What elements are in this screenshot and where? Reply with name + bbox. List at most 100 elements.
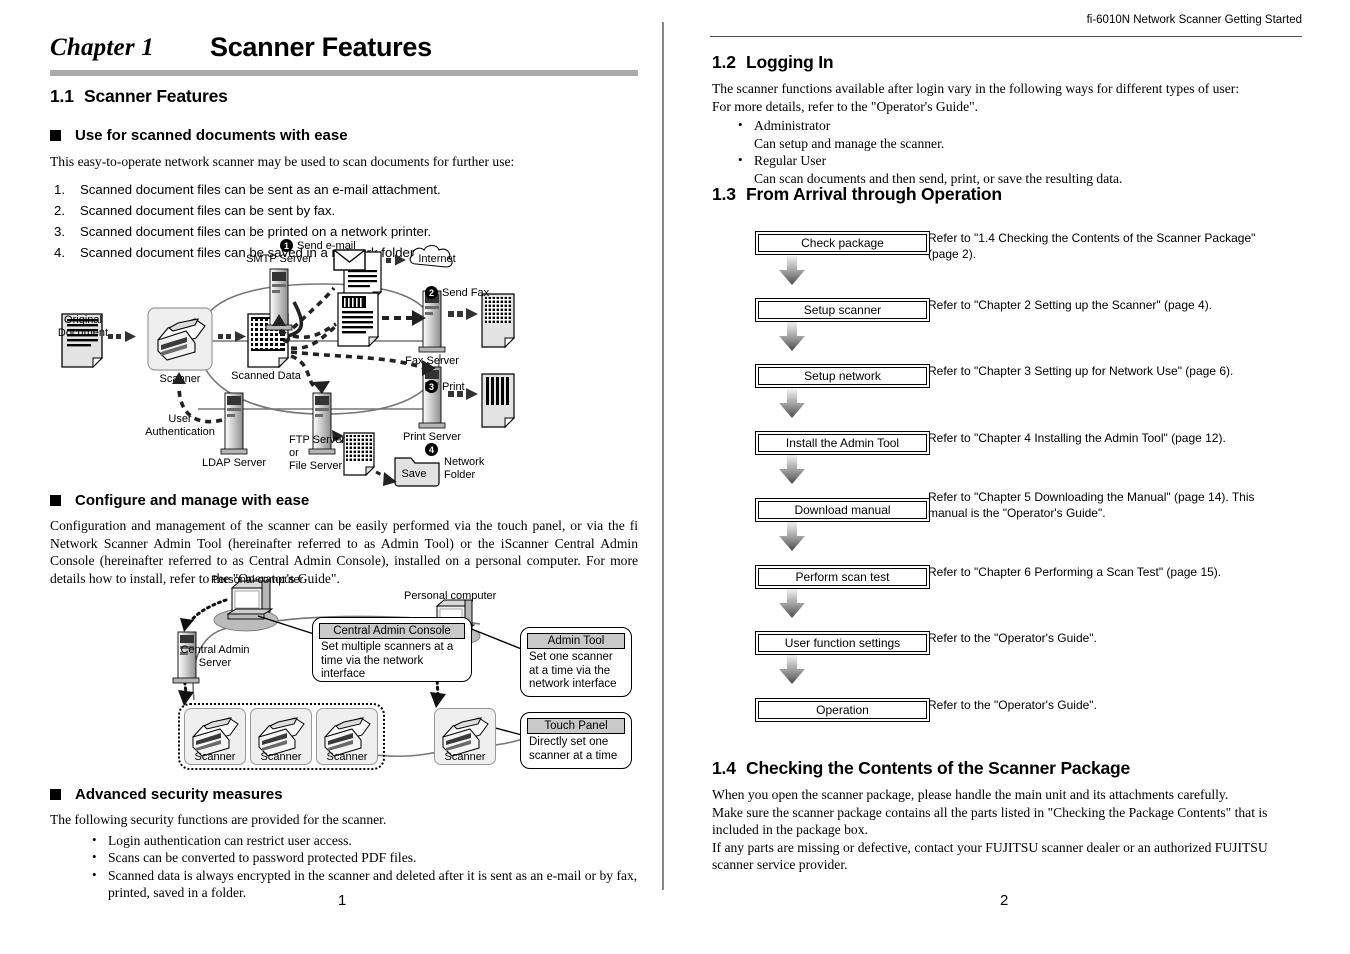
section-1-1-heading: 1.1 Scanner Features	[50, 86, 638, 107]
flow-ref-user-function-settings: Refer to the "Operator's Guide".	[928, 631, 1097, 645]
flow-box-label: Setup network	[758, 367, 927, 385]
flow-ref-download-manual: Refer to "Chapter 5 Downloading the Manu…	[928, 490, 1255, 520]
ftp-server-label: FTP Server or File Server	[289, 434, 346, 472]
scanner-box-4: Scanner	[434, 708, 496, 765]
flow-box-perform-scan-test: Perform scan test	[755, 565, 930, 589]
running-header: fi-6010N Network Scanner Getting Started	[1086, 14, 1302, 26]
personal-computer-right-label: Personal computer	[404, 590, 497, 602]
scanning-flow-diagram: Scanner	[48, 236, 518, 488]
section-1-2-number: 1.2	[712, 52, 736, 72]
chapter-label: Chapter 1	[50, 34, 154, 61]
page-number-left: 1	[338, 892, 347, 909]
flow-box-setup-scanner: Setup scanner	[755, 298, 930, 322]
section-1-2-line-2: For more details, refer to the "Operator…	[712, 98, 979, 114]
list-item: Regular User Can scan documents and then…	[736, 151, 1300, 187]
square-bullet-icon	[50, 789, 61, 800]
subsection-a-title: Use for scanned documents with ease	[75, 127, 348, 144]
step-number-2: 2	[425, 286, 438, 299]
subsection-c-title: Advanced security measures	[75, 786, 283, 803]
section-1-2-title: Logging In	[746, 52, 834, 72]
subsection-c-heading: Advanced security measures	[50, 786, 638, 803]
subsection-b-heading: Configure and manage with ease	[50, 492, 638, 509]
scanner-box-1: Scanner	[184, 708, 246, 765]
callout-1-head: Central Admin Console	[319, 623, 465, 639]
flow-box-download-manual: Download manual	[755, 498, 930, 522]
section-1-2-heading: 1.2 Logging In	[712, 52, 1300, 73]
section-1-3-number: 1.3	[712, 184, 736, 204]
step-number-1: 1	[280, 239, 293, 252]
list-item: Login authentication can restrict user a…	[90, 831, 638, 850]
section-1-4-line-1: When you open the scanner package, pleas…	[712, 787, 1229, 802]
flow-box-setup-network: Setup network	[755, 364, 930, 388]
section-1-4-heading: 1.4 Checking the Contents of the Scanner …	[712, 758, 1300, 779]
flow-box-install-admin-tool: Install the Admin Tool	[755, 431, 930, 455]
step-number-4: 4	[425, 443, 438, 456]
svg-text:Scanned Data: Scanned Data	[231, 370, 302, 382]
svg-text:Internet: Internet	[418, 253, 455, 265]
callout-3-head: Touch Panel	[527, 718, 625, 734]
role-description: Can setup and manage the scanner.	[754, 135, 945, 151]
section-1-4: 1.4 Checking the Contents of the Scanner …	[712, 758, 1300, 874]
list-item: 1. Scanned document files can be sent as …	[50, 179, 638, 200]
step-label-send-email: Send e-mail	[297, 240, 356, 252]
subsection-use-for-scanned-documents-heading: Use for scanned documents with ease	[50, 127, 638, 144]
flow-ref-perform-scan-test: Refer to "Chapter 6 Performing a Scan Te…	[928, 565, 1222, 579]
section-1-3-heading: 1.3 From Arrival through Operation	[712, 184, 1300, 205]
print-server-icon	[418, 366, 446, 429]
left-page: Chapter 1 Scanner Features 1.1 Scanner Fe…	[48, 0, 640, 909]
section-1-4-line-3: If any parts are missing or defective, c…	[712, 839, 1268, 873]
scanner-box-3: Scanner	[316, 708, 378, 765]
callout-touch-panel: Touch Panel Directly set one scanner at …	[520, 712, 632, 769]
flow-box-label: Check package	[758, 234, 927, 252]
section-1-1-number: 1.1	[50, 86, 74, 106]
list-item-number: 2.	[54, 202, 65, 218]
fax-page-icon	[337, 292, 380, 348]
fax-output-page-icon	[481, 293, 516, 349]
step-label-send-fax: Send Fax	[442, 287, 490, 299]
flow-ref-operation: Refer to the "Operator's Guide".	[928, 698, 1097, 712]
section-1-2-line-1: The scanner functions available after lo…	[712, 81, 1240, 96]
subsection-a-intro: This easy-to-operate network scanner may…	[50, 154, 515, 169]
svg-text:Print Server: Print Server	[403, 431, 461, 443]
flow-box-label: Setup scanner	[758, 301, 927, 319]
square-bullet-icon	[50, 130, 61, 141]
flow-ref-setup-scanner: Refer to "Chapter 2 Setting up the Scann…	[928, 298, 1213, 312]
chapter-title: Scanner Features	[210, 32, 432, 62]
callout-2-head: Admin Tool	[527, 633, 625, 649]
scanner-caption: Scanner	[194, 751, 236, 763]
flow-ref-check-package: Refer to "1.4 Checking the Contents of t…	[928, 231, 1256, 261]
scanner-caption: Scanner	[260, 751, 302, 763]
security-functions-list: Login authentication can restrict user a…	[90, 831, 638, 902]
ldap-server-icon	[220, 392, 248, 455]
flow-ref-setup-network: Refer to "Chapter 3 Setting up for Netwo…	[928, 364, 1234, 378]
running-header-rule	[710, 36, 1302, 37]
flow-box-label: Perform scan test	[758, 568, 927, 586]
chapter-header: Chapter 1 Scanner Features	[48, 0, 640, 76]
original-document-label: Original Document	[57, 314, 109, 339]
svg-text:LDAP Server: LDAP Server	[202, 457, 266, 469]
flow-box-label: Install the Admin Tool	[758, 434, 927, 452]
svg-text:Save: Save	[401, 468, 426, 480]
saved-data-page-icon	[343, 432, 376, 477]
flow-ref-install-admin-tool: Refer to "Chapter 4 Installing the Admin…	[928, 431, 1226, 445]
callout-central-admin-console: Central Admin Console Set multiple scann…	[312, 617, 472, 682]
svg-text:SMTP Server: SMTP Server	[246, 253, 312, 265]
user-roles-list: Administrator Can setup and manage the s…	[736, 116, 1300, 187]
chapter-rule	[50, 70, 638, 76]
list-item-number: 1.	[54, 181, 65, 197]
arrival-through-operation-flowchart: Check package Refer to "1.4 Checking the…	[710, 228, 1302, 736]
callout-admin-tool: Admin Tool Set one scanner at a time via…	[520, 627, 632, 697]
flow-box-label: Operation	[758, 701, 927, 719]
list-item: Scanned data is always encrypted in the …	[90, 866, 638, 902]
flow-box-operation: Operation	[755, 698, 930, 722]
fax-server-icon	[418, 290, 446, 353]
role-name: Administrator	[754, 118, 831, 134]
callout-3-body: Directly set one scanner at a time	[529, 736, 618, 762]
subsection-c-intro: The following security functions are pro…	[50, 812, 387, 827]
list-item: Scans can be converted to password prote…	[90, 848, 638, 867]
page-number-right: 2	[1000, 892, 1009, 909]
list-item: 2. Scanned document files can be sent by …	[50, 200, 638, 221]
step-label-print: Print	[442, 381, 465, 393]
section-1-4-number: 1.4	[712, 758, 736, 778]
subsection-advanced-security: Advanced security measures The following…	[50, 786, 638, 902]
